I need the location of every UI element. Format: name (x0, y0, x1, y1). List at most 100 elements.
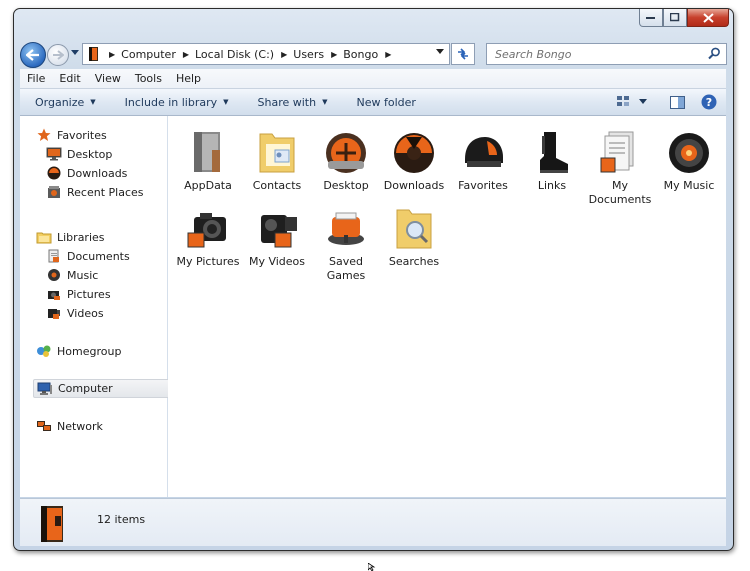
desktop-icon (46, 146, 62, 162)
include-in-library-button[interactable]: Include in library ▼ (110, 96, 243, 109)
forward-button[interactable] (47, 44, 69, 66)
organize-label: Organize (35, 95, 85, 109)
search-icon[interactable] (708, 47, 721, 60)
folder-item-label: Searches (388, 255, 440, 268)
recent-pages-chevron-down-icon[interactable] (71, 50, 80, 56)
menu-edit[interactable]: Edit (52, 72, 87, 85)
breadcrumb: ▶ Computer ▶ Local Disk (C:) ▶ Users ▶ B… (102, 48, 397, 61)
minimize-button[interactable] (639, 9, 663, 27)
command-bar: Organize ▼ Include in library ▼ Share with… (20, 89, 726, 116)
folder-item-my-pictures[interactable]: My Pictures (174, 205, 242, 269)
folder-item-label: AppData (184, 179, 232, 192)
breadcrumb-users[interactable]: Users (293, 48, 324, 61)
nav-libraries[interactable]: Libraries (36, 228, 105, 246)
new-folder-label: New folder (356, 95, 416, 109)
desktop-folder-icon (322, 129, 370, 177)
videos-icon (46, 305, 62, 321)
breadcrumb-chevron-icon[interactable]: ▶ (109, 50, 115, 59)
homegroup-icon (36, 343, 52, 359)
address-bar[interactable]: ▶ Computer ▶ Local Disk (C:) ▶ Users ▶ B… (82, 43, 450, 65)
breadcrumb-local-disk[interactable]: Local Disk (C:) (195, 48, 274, 61)
breadcrumb-chevron-icon[interactable]: ▶ (183, 50, 189, 59)
search-input[interactable] (493, 46, 697, 62)
nav-network-label: Network (57, 419, 103, 433)
music-folder-icon (665, 129, 713, 177)
breadcrumb-chevron-icon[interactable]: ▶ (281, 50, 287, 59)
nav-computer[interactable]: Computer (33, 379, 170, 398)
folder-item-label: Downloads (383, 179, 445, 192)
folder-item-downloads[interactable]: Downloads (380, 129, 448, 193)
breadcrumb-computer[interactable]: Computer (121, 48, 176, 61)
maximize-button[interactable] (663, 9, 687, 27)
nav-computer-label: Computer (58, 382, 113, 395)
folder-item-appdata[interactable]: AppData (174, 129, 242, 193)
menu-file[interactable]: File (20, 72, 52, 85)
folder-item-links[interactable]: Links (518, 129, 586, 193)
folder-item-searches[interactable]: Searches (380, 205, 448, 269)
folder-item-my-documents[interactable]: My Documents (586, 129, 654, 207)
menu-help[interactable]: Help (169, 72, 208, 85)
breadcrumb-chevron-icon[interactable]: ▶ (331, 50, 337, 59)
computer-icon (37, 381, 53, 397)
nav-documents[interactable]: Documents (46, 247, 130, 265)
downloads-icon (46, 165, 62, 181)
maximize-icon (670, 13, 680, 22)
pictures-folder-icon (184, 205, 232, 253)
folder-item-label: Saved Games (326, 255, 366, 282)
nav-music-label: Music (67, 268, 99, 282)
explorer-window: ▶ Computer ▶ Local Disk (C:) ▶ Users ▶ B… (13, 8, 734, 551)
breadcrumb-chevron-icon[interactable]: ▶ (385, 50, 391, 59)
chevron-down-icon: ▼ (223, 98, 229, 106)
address-history-chevron-down-icon[interactable] (436, 49, 445, 55)
change-view-button[interactable] (613, 92, 635, 112)
nav-homegroup[interactable]: Homegroup (36, 342, 121, 360)
breadcrumb-bongo[interactable]: Bongo (343, 48, 378, 61)
favorites-folder-icon (459, 129, 507, 177)
folder-item-label: Links (537, 179, 567, 192)
nav-music[interactable]: Music (46, 266, 98, 284)
folder-item-my-music[interactable]: My Music (655, 129, 723, 193)
bongo-folder-large-icon (41, 506, 63, 542)
bongo-folder-icon (89, 47, 98, 61)
folder-item-contacts[interactable]: Contacts (243, 129, 311, 193)
chevron-down-icon: ▼ (90, 98, 96, 106)
folder-item-favorites[interactable]: Favorites (449, 129, 517, 193)
back-button[interactable] (20, 42, 46, 68)
forward-arrow-icon (53, 50, 64, 60)
folder-item-desktop[interactable]: Desktop (312, 129, 380, 193)
nav-recent-places[interactable]: Recent Places (46, 183, 144, 201)
nav-videos[interactable]: Videos (46, 304, 104, 322)
documents-folder-icon (596, 129, 644, 177)
item-count: 12 items (97, 513, 146, 526)
folder-item-label: My Videos (248, 255, 306, 268)
downloads-folder-icon (390, 129, 438, 177)
folder-item-saved-games[interactable]: Saved Games (312, 205, 380, 283)
nav-downloads[interactable]: Downloads (46, 164, 127, 182)
mouse-cursor-icon (368, 563, 376, 571)
view-grid-icon (617, 96, 629, 106)
share-with-button[interactable]: Share with ▼ (243, 96, 342, 109)
nav-network[interactable]: Network (36, 417, 103, 435)
nav-pictures-label: Pictures (67, 287, 111, 301)
pictures-icon (46, 286, 62, 302)
refresh-button[interactable] (451, 43, 475, 65)
close-button[interactable] (687, 9, 729, 27)
caption-buttons (639, 9, 729, 27)
view-options-chevron-down-icon[interactable] (639, 99, 648, 105)
share-with-label: Share with (257, 95, 317, 109)
folder-item-my-videos[interactable]: My Videos (243, 205, 311, 269)
nav-favorites[interactable]: Favorites (36, 126, 107, 144)
menu-tools[interactable]: Tools (128, 72, 169, 85)
details-pane: 12 items (20, 498, 726, 546)
search-box[interactable] (486, 43, 727, 65)
new-folder-button[interactable]: New folder (341, 96, 429, 109)
nav-pictures[interactable]: Pictures (46, 285, 111, 303)
organize-button[interactable]: Organize ▼ (20, 96, 110, 109)
preview-pane-button[interactable] (666, 92, 688, 112)
help-button[interactable]: ? (698, 92, 720, 112)
menu-view[interactable]: View (88, 72, 128, 85)
navigation-pane: Favorites Desktop Downloads Recent Place… (20, 116, 170, 497)
nav-desktop[interactable]: Desktop (46, 145, 112, 163)
folder-item-label: Contacts (252, 179, 302, 192)
appdata-folder-icon (184, 129, 232, 177)
